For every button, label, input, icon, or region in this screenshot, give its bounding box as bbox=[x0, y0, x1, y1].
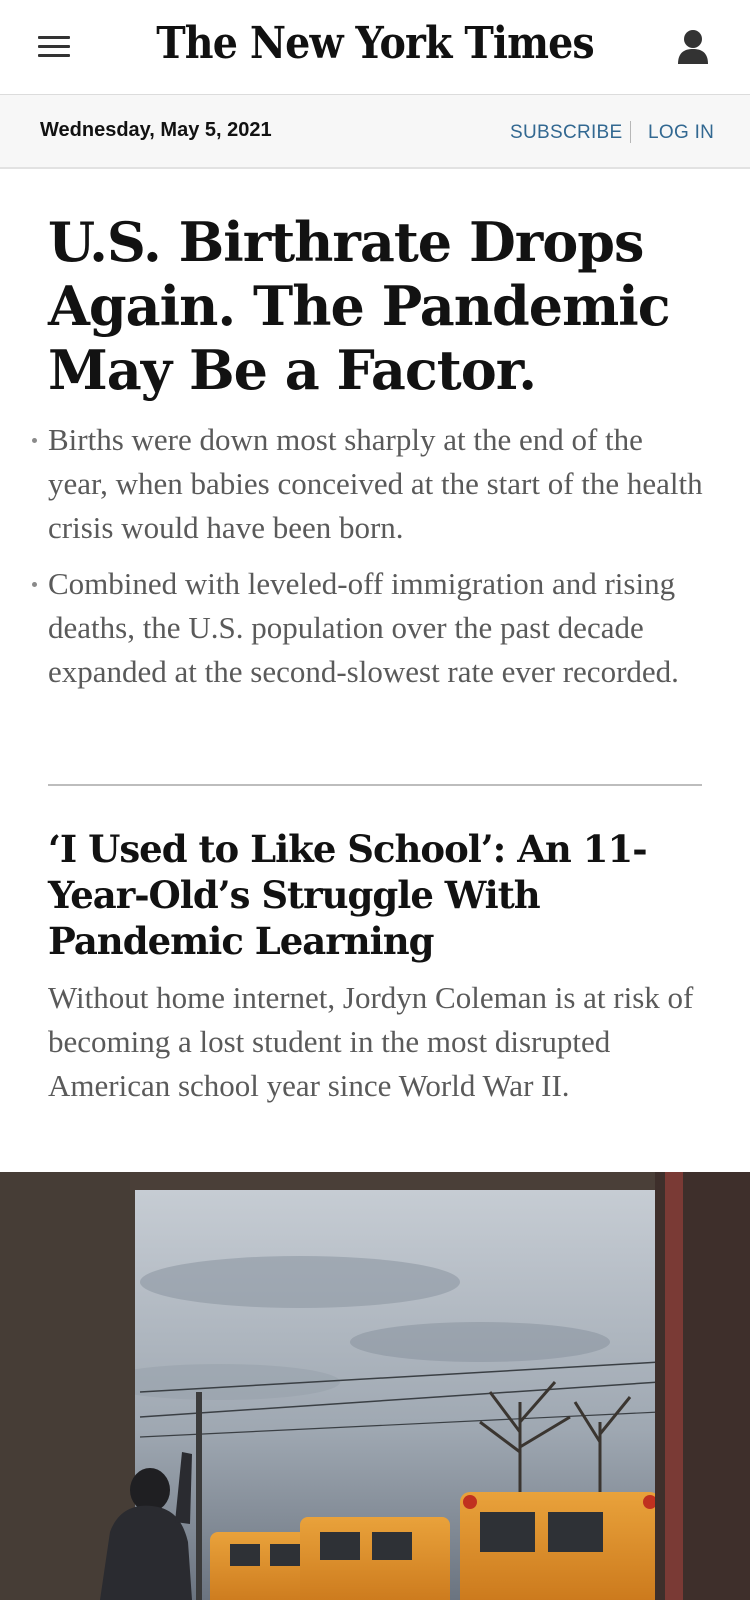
story-photo[interactable] bbox=[0, 1172, 750, 1600]
school-bus-depot-image bbox=[0, 1172, 750, 1600]
nyt-logo[interactable]: The New York Times bbox=[38, 18, 713, 69]
second-story-headline[interactable]: ‘I Used to Like School’: An 11-Year-Old’… bbox=[48, 826, 718, 964]
summary-bullet: Combined with leveled-off immigration an… bbox=[32, 562, 708, 694]
main-story-summary-list: Births were down most sharply at the end… bbox=[32, 418, 708, 706]
subscribe-link[interactable]: SUBSCRIBE bbox=[510, 122, 623, 144]
summary-bullet: Births were down most sharply at the end… bbox=[32, 418, 708, 550]
date-subscribe-bar: Wednesday, May 5, 2021 SUBSCRIBE LOG IN bbox=[0, 95, 750, 169]
person-icon[interactable] bbox=[676, 28, 712, 68]
top-bar: The New York Times bbox=[0, 0, 750, 95]
link-divider bbox=[630, 121, 631, 143]
second-story-summary: Without home internet, Jordyn Coleman is… bbox=[48, 980, 694, 1103]
story-divider bbox=[48, 784, 702, 786]
login-link[interactable]: LOG IN bbox=[648, 122, 714, 144]
main-story-headline[interactable]: U.S. Birthrate Drops Again. The Pandemic… bbox=[48, 210, 718, 402]
current-date: Wednesday, May 5, 2021 bbox=[40, 119, 272, 141]
